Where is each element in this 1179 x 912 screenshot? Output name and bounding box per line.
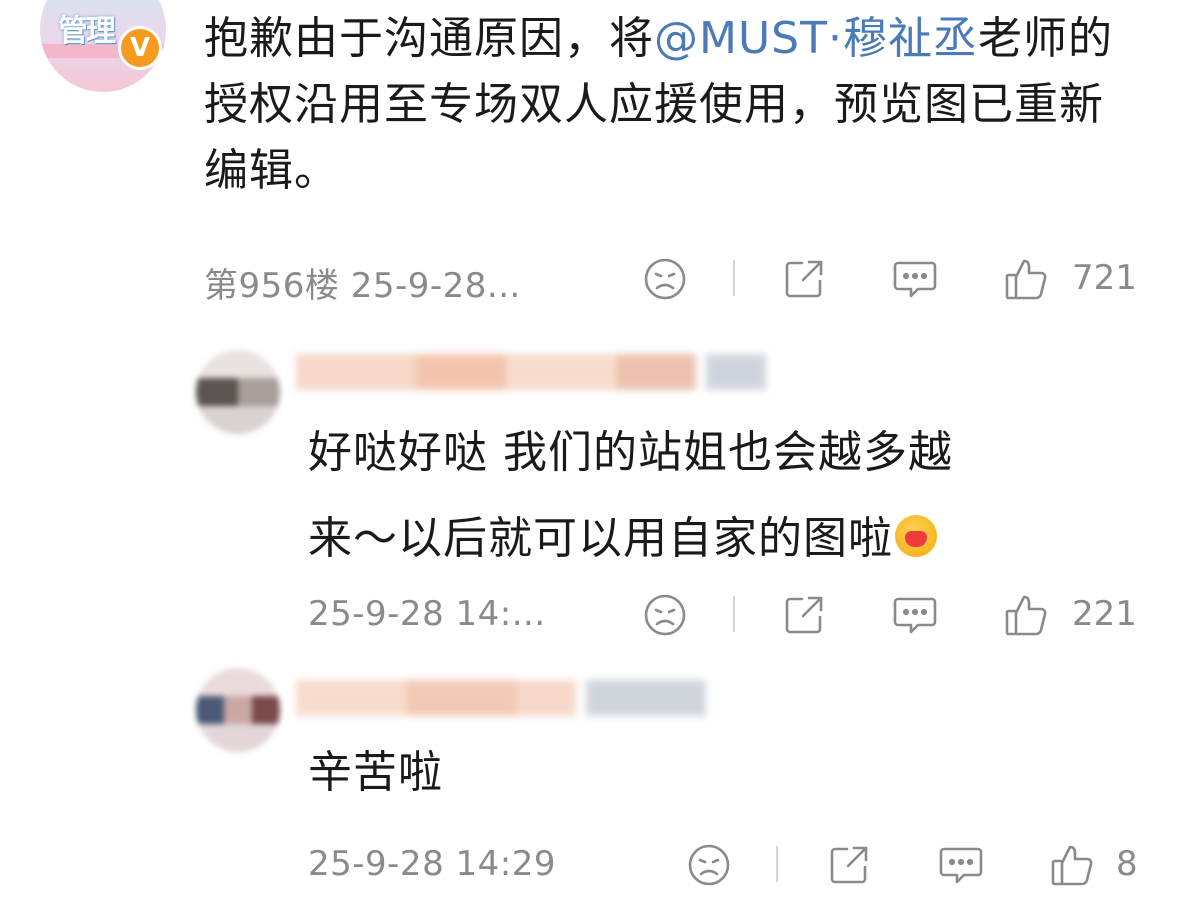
thumbs-up-icon[interactable]: [1002, 255, 1050, 303]
reply-text-line: 来～以后就可以用自家的图啦: [308, 496, 953, 582]
divider: [776, 846, 778, 882]
reply-username[interactable]: [296, 354, 766, 390]
reply-timestamp: 25-9-28 14:29: [308, 844, 556, 884]
avatar-logo-text: 管理: [58, 14, 116, 49]
thumbs-up-icon[interactable]: [1002, 591, 1050, 639]
comment-icon[interactable]: [938, 842, 984, 888]
like-count: 721: [1072, 258, 1137, 298]
share-icon[interactable]: [781, 256, 827, 302]
like-count: 221: [1072, 594, 1137, 634]
comment-text-prefix: 抱歉由于沟通原因，将: [204, 13, 654, 64]
thumbs-up-icon[interactable]: [1048, 841, 1096, 889]
reply-avatar[interactable]: [196, 668, 280, 752]
comment-icon[interactable]: [892, 256, 938, 302]
divider: [733, 596, 735, 632]
main-comment-text: 抱歉由于沟通原因，将@MUST·穆祉丞老师的授权沿用至专场双人应援使用，预览图已…: [204, 6, 1134, 204]
reply-text: 好哒好哒 我们的站姐也会越多越 来～以后就可以用自家的图啦: [308, 410, 953, 582]
reply-avatar[interactable]: [196, 350, 280, 434]
reply-username[interactable]: [296, 680, 706, 716]
divider: [733, 260, 735, 296]
like-count: 8: [1116, 844, 1138, 884]
mention-link[interactable]: @MUST·穆祉丞: [654, 13, 978, 64]
reply-timestamp: 25-9-28 14:...: [308, 594, 546, 634]
share-icon[interactable]: [826, 842, 872, 888]
comment-icon[interactable]: [892, 592, 938, 638]
dislike-face-icon[interactable]: [642, 592, 688, 638]
share-icon[interactable]: [781, 592, 827, 638]
hug-emoji-icon: [895, 515, 937, 557]
dislike-face-icon[interactable]: [686, 842, 732, 888]
floor-timestamp: 第956楼 25-9-28...: [204, 266, 521, 306]
reply-text: 辛苦啦: [308, 747, 443, 798]
dislike-face-icon[interactable]: [642, 256, 688, 302]
verified-badge-icon: V: [118, 26, 162, 70]
reply-text-line: 好哒好哒 我们的站姐也会越多越: [308, 427, 953, 478]
